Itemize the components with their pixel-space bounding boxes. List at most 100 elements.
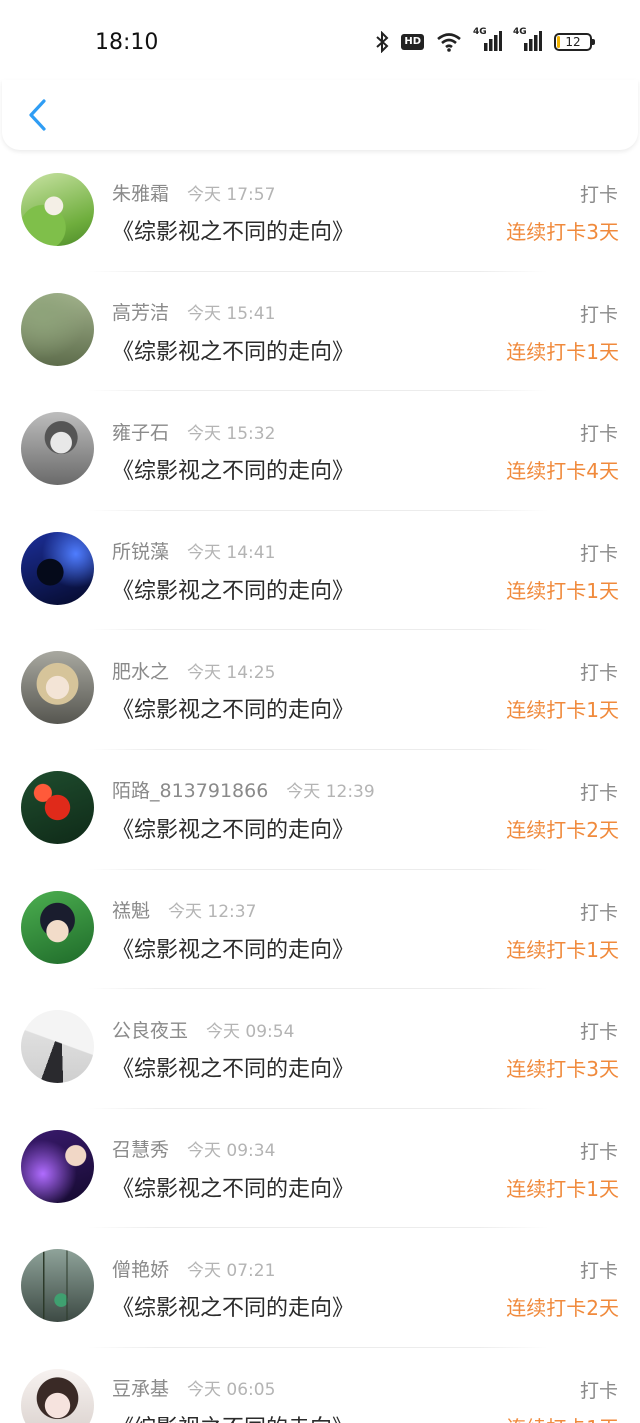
book-title: 《综影视之不同的走向》 — [112, 220, 355, 245]
name-line: 禚魁 今天 12:37 — [112, 898, 256, 922]
chevron-left-icon — [29, 99, 46, 131]
avatar-eiffel-tower[interactable] — [21, 1010, 94, 1084]
name-line: 公良夜玉 今天 09:54 — [112, 1016, 295, 1043]
user-name[interactable]: 召慧秀 — [112, 1135, 169, 1162]
name-line: 陌路_813791866 今天 12:39 — [112, 778, 375, 802]
wifi-icon — [436, 32, 462, 52]
list-item-2[interactable]: 雍子石 今天 15:32 《综影视之不同的走向》 打卡 连续打卡4天 — [0, 391, 640, 511]
streak-label: 连续打卡1天 — [506, 1412, 619, 1423]
checkin-time: 今天 17:57 — [187, 184, 276, 205]
checkin-time: 今天 12:37 — [168, 902, 257, 923]
streak-label: 连续打卡3天 — [506, 220, 619, 244]
checkin-tag: 打卡 — [579, 662, 618, 685]
avatar-text-quote[interactable] — [21, 292, 94, 366]
hd-icon: HD — [401, 34, 424, 50]
user-name[interactable]: 雍子石 — [112, 418, 169, 445]
list-item-10[interactable]: 豆承基 今天 06:05 《综影视之不同的走向》 打卡 连续打卡1天 — [0, 1348, 640, 1423]
checkin-tag: 打卡 — [579, 1140, 618, 1163]
checkin-time: 今天 12:39 — [286, 782, 375, 803]
checkin-list: 朱雅霜 今天 17:57 《综影视之不同的走向》 打卡 连续打卡3天 高芳洁 今… — [0, 152, 640, 1423]
bluetooth-icon — [375, 31, 389, 53]
streak-label: 连续打卡3天 — [506, 1057, 619, 1082]
checkin-time: 今天 07:21 — [187, 1260, 276, 1281]
streak-label: 连续打卡1天 — [506, 698, 619, 723]
user-name[interactable]: 豆承基 — [112, 1374, 169, 1401]
book-title: 《综影视之不同的走向》 — [112, 1296, 355, 1322]
book-title: 《综影视之不同的走向》 — [112, 339, 355, 365]
user-name[interactable]: 公良夜玉 — [112, 1016, 188, 1043]
avatar-purple-galaxy[interactable] — [21, 1129, 94, 1203]
name-line: 所锐藻 今天 14:41 — [112, 539, 275, 563]
avatar-girl-portrait[interactable] — [21, 1368, 94, 1423]
checkin-tag: 打卡 — [579, 184, 618, 206]
signal-icon: 4G — [473, 27, 502, 53]
book-title: 《综影视之不同的走向》 — [112, 698, 355, 724]
user-name[interactable]: 朱雅霜 — [112, 179, 169, 206]
list-item-8[interactable]: 召慧秀 今天 09:34 《综影视之不同的走向》 打卡 连续打卡1天 — [0, 1109, 640, 1229]
avatar-anime-blonde[interactable] — [21, 651, 94, 725]
book-title: 《综影视之不同的走向》 — [112, 1057, 355, 1083]
name-line: 僧艳娇 今天 07:21 — [112, 1255, 276, 1282]
name-line: 雍子石 今天 15:32 — [112, 418, 276, 445]
list-item-4[interactable]: 肥水之 今天 14:25 《综影视之不同的走向》 打卡 连续打卡1天 — [0, 630, 640, 750]
checkin-tag: 打卡 — [579, 423, 618, 446]
book-title: 《综影视之不同的走向》 — [112, 459, 355, 485]
status-icons: HD 4G 4G 12 — [375, 27, 595, 54]
user-name[interactable]: 所锐藻 — [112, 537, 169, 564]
checkin-tag: 打卡 — [579, 542, 618, 565]
list-item-3[interactable]: 所锐藻 今天 14:41 《综影视之不同的走向》 打卡 连续打卡1天 — [0, 511, 640, 631]
checkin-time: 今天 09:54 — [206, 1021, 295, 1042]
user-name[interactable]: 禚魁 — [112, 896, 150, 923]
streak-label: 连续打卡1天 — [506, 339, 619, 364]
name-line: 召慧秀 今天 09:34 — [112, 1137, 275, 1161]
name-line: 肥水之 今天 14:25 — [112, 657, 276, 684]
avatar-girl-grass[interactable] — [21, 173, 94, 246]
user-name[interactable]: 肥水之 — [112, 657, 169, 684]
list-item-5[interactable]: 陌路_813791866 今天 12:39 《综影视之不同的走向》 打卡 连续打… — [0, 750, 640, 870]
checkin-time: 今天 09:34 — [187, 1141, 276, 1162]
streak-label: 连续打卡1天 — [506, 937, 619, 962]
list-item-6[interactable]: 禚魁 今天 12:37 《综影视之不同的走向》 打卡 连续打卡1天 — [0, 870, 640, 990]
streak-label: 连续打卡1天 — [506, 578, 619, 603]
checkin-time: 今天 15:32 — [187, 423, 276, 444]
name-line: 朱雅霜 今天 17:57 — [112, 179, 276, 206]
checkin-tag: 打卡 — [579, 303, 618, 326]
avatar-red-flower[interactable] — [21, 770, 94, 844]
name-line: 高芳洁 今天 15:41 — [112, 300, 275, 324]
list-item-0[interactable]: 朱雅霜 今天 17:57 《综影视之不同的走向》 打卡 连续打卡3天 — [0, 152, 640, 272]
list-item-9[interactable]: 僧艳娇 今天 07:21 《综影视之不同的走向》 打卡 连续打卡2天 — [0, 1228, 640, 1348]
list-item-7[interactable]: 公良夜玉 今天 09:54 《综影视之不同的走向》 打卡 连续打卡3天 — [0, 989, 640, 1109]
checkin-tag: 打卡 — [579, 781, 618, 804]
user-name[interactable]: 僧艳娇 — [112, 1255, 169, 1282]
back-button[interactable] — [20, 96, 54, 134]
book-title: 《综影视之不同的走向》 — [112, 937, 355, 963]
avatar-blue-night[interactable] — [21, 531, 94, 605]
book-title: 《综影视之不同的走向》 — [112, 817, 355, 843]
book-title: 《综影视之不同的走向》 — [112, 1176, 355, 1202]
list-item-1[interactable]: 高芳洁 今天 15:41 《综影视之不同的走向》 打卡 连续打卡1天 — [0, 272, 640, 392]
checkin-time: 今天 14:25 — [187, 662, 276, 683]
checkin-time: 今天 06:05 — [187, 1380, 276, 1401]
checkin-tag: 打卡 — [579, 1379, 618, 1402]
battery-icon: 12 — [554, 33, 595, 51]
streak-label: 连续打卡4天 — [506, 459, 619, 484]
streak-label: 连续打卡2天 — [506, 817, 619, 842]
checkin-tag: 打卡 — [579, 1260, 618, 1283]
user-name[interactable]: 高芳洁 — [112, 298, 169, 325]
signal-icon: 4G — [513, 27, 542, 53]
status-bar: 18:10 HD 4G 4G 12 — [0, 0, 640, 80]
avatar-window-plant[interactable] — [21, 1249, 94, 1323]
avatar-anime-boy[interactable] — [21, 890, 94, 964]
book-title: 《综影视之不同的走向》 — [112, 1410, 354, 1423]
checkin-time: 今天 14:41 — [187, 543, 276, 564]
status-time: 18:10 — [95, 30, 159, 55]
user-name[interactable]: 陌路_813791866 — [112, 776, 268, 803]
checkin-time: 今天 15:41 — [187, 304, 276, 325]
avatar-child-bw[interactable] — [21, 412, 94, 486]
nav-bar — [2, 80, 638, 150]
name-line: 豆承基 今天 06:05 — [112, 1376, 275, 1400]
streak-label: 连续打卡2天 — [506, 1296, 619, 1321]
streak-label: 连续打卡1天 — [506, 1176, 619, 1201]
book-title: 《综影视之不同的走向》 — [112, 578, 355, 604]
checkin-tag: 打卡 — [579, 901, 618, 924]
